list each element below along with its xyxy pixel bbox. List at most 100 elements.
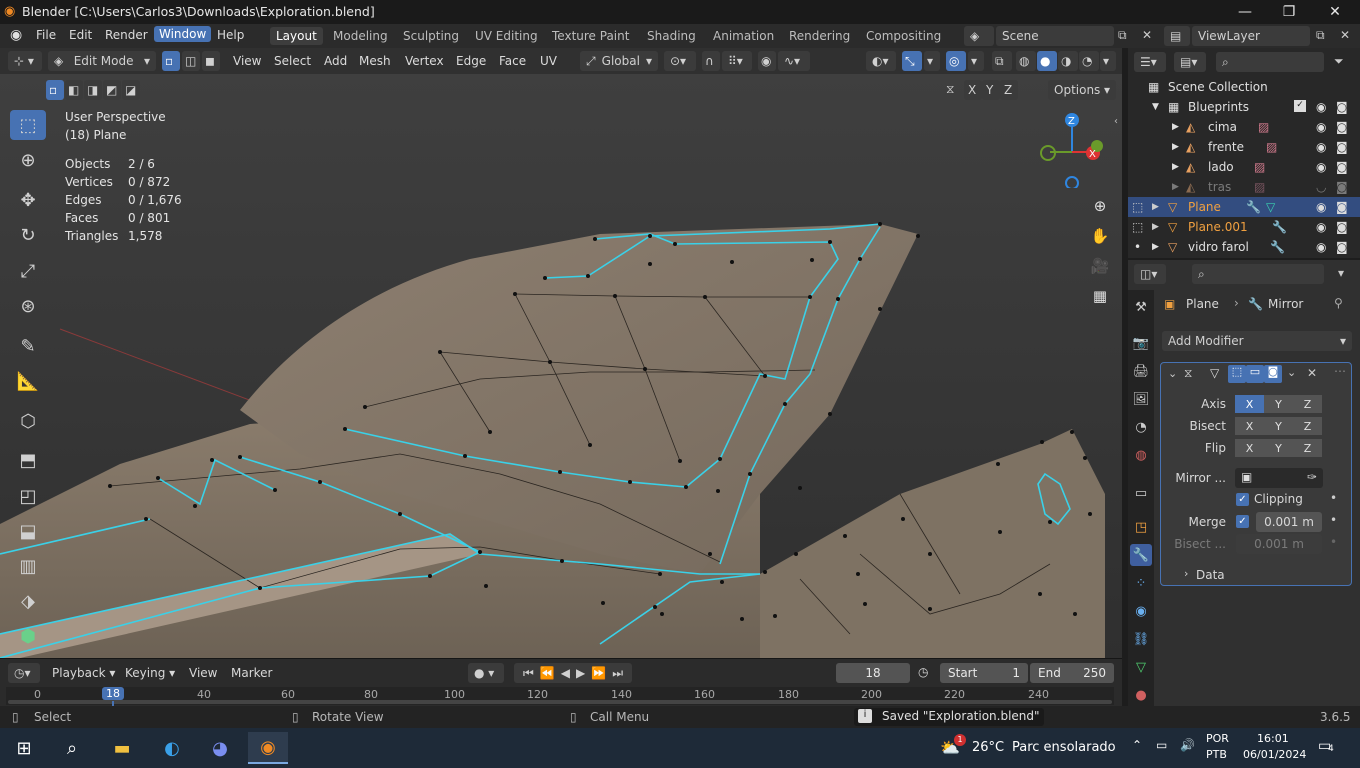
timeline-editor-type-icon[interactable]: ◷▾	[8, 663, 40, 683]
camera-render-icon[interactable]: ◙	[1336, 220, 1348, 234]
tab-modeling[interactable]: Modeling	[333, 29, 388, 43]
axis-y-toggle[interactable]: Y	[1264, 395, 1293, 413]
delete-scene-icon[interactable]: ✕	[1142, 28, 1152, 42]
jump-end-icon[interactable]: ⏭	[612, 666, 623, 681]
render-tab-icon[interactable]: 📷	[1130, 332, 1152, 354]
marker-menu[interactable]: Marker	[231, 666, 272, 680]
mode-dropdown[interactable]: ◈ Edit Mode ▾	[48, 51, 156, 71]
start-frame-field[interactable]: Start 1	[940, 663, 1028, 683]
menu-edit[interactable]: Edit	[69, 28, 92, 42]
keyframe-dot-icon[interactable]: •	[1330, 513, 1337, 527]
language-primary[interactable]: POR	[1206, 732, 1229, 745]
notifications-icon[interactable]: ▭ 4	[1318, 738, 1340, 758]
material-tab-icon[interactable]: ●	[1130, 684, 1152, 706]
outliner-item-plane-001[interactable]: ⬚ ▶ ▽ Plane.001 🔧 ◉ ◙	[1128, 217, 1360, 237]
eye-icon[interactable]: ◉	[1316, 140, 1326, 154]
new-scene-icon[interactable]: ⧉	[1118, 28, 1127, 43]
edit-mode-display-icon[interactable]: ▽	[1210, 366, 1219, 380]
bevel-tool-icon[interactable]: ⬓	[10, 516, 46, 546]
outliner-item-tras[interactable]: ▶ ◭ tras ▨ ◡ ◙	[1128, 177, 1360, 197]
tab-uv-editing[interactable]: UV Editing	[475, 29, 538, 43]
eye-icon[interactable]: ◉	[1316, 160, 1326, 174]
flip-x-toggle[interactable]: X	[1235, 439, 1264, 457]
camera-render-icon[interactable]: ◙	[1336, 180, 1348, 194]
solid-shading-icon[interactable]: ●	[1037, 51, 1057, 71]
add-modifier-dropdown[interactable]: Add Modifier ▾	[1162, 331, 1352, 351]
mirror-object-field[interactable]: ▣ ✑	[1235, 468, 1323, 488]
menu-select[interactable]: Select	[274, 54, 311, 68]
scene-name-field[interactable]: Scene	[996, 26, 1114, 46]
tab-shading[interactable]: Shading	[647, 29, 696, 43]
outliner-item-cima[interactable]: ▶ ◭ cima ▨ ◉ ◙	[1128, 117, 1360, 137]
expand-icon[interactable]: ▶	[1172, 162, 1179, 172]
checkbox-icon[interactable]: ✓	[1294, 100, 1306, 112]
camera-render-icon[interactable]: ◙	[1336, 160, 1348, 174]
shading-dropdown-icon[interactable]: ▾	[1100, 51, 1116, 71]
extrude-tool-icon[interactable]: ⬒	[10, 445, 46, 475]
output-tab-icon[interactable]: 🖨	[1130, 360, 1152, 382]
current-frame-field[interactable]: 18	[836, 663, 910, 683]
menu-file[interactable]: File	[36, 28, 56, 42]
add-cube-tool-icon[interactable]: ⬡	[10, 406, 46, 436]
expand-icon[interactable]: ▼	[1152, 102, 1159, 112]
menu-vertex[interactable]: Vertex	[405, 54, 444, 68]
annotate-tool-icon[interactable]: ✎	[10, 331, 46, 361]
modifier-tab-icon[interactable]: 🔧	[1130, 544, 1152, 566]
mirror-x-toggle[interactable]: X	[964, 80, 982, 100]
bisect-z-toggle[interactable]: Z	[1293, 417, 1322, 435]
playhead-frame[interactable]: 18	[102, 687, 124, 700]
pivot-point-icon[interactable]: ⊙▾	[664, 51, 696, 71]
outliner-search-input[interactable]: ⌕	[1216, 52, 1324, 72]
filter-icon[interactable]: ⏷	[1334, 54, 1344, 69]
select-box-tool-icon[interactable]: ⬚	[10, 110, 46, 140]
tab-rendering[interactable]: Rendering	[789, 29, 850, 43]
outliner-item-lado[interactable]: ▶ ◭ lado ▨ ◉ ◙	[1128, 157, 1360, 177]
menu-mesh[interactable]: Mesh	[359, 54, 391, 68]
display-mode-icon[interactable]: ▤▾	[1174, 52, 1206, 72]
mirror-y-toggle[interactable]: Y	[982, 80, 1000, 100]
camera-render-icon[interactable]: ◙	[1336, 140, 1348, 154]
pin-icon[interactable]: ⚲	[1334, 296, 1343, 310]
search-icon[interactable]: ⌕	[52, 732, 92, 764]
preview-range-icon[interactable]: ◷	[918, 665, 928, 679]
flip-z-toggle[interactable]: Z	[1293, 439, 1322, 457]
camera-render-icon[interactable]: ◙	[1336, 100, 1348, 114]
tab-compositing[interactable]: Compositing	[866, 29, 941, 43]
camera-render-icon[interactable]: ◙	[1336, 240, 1348, 254]
inset-tool-icon[interactable]: ◰	[10, 481, 46, 511]
knife-tool-icon[interactable]: ⬗	[10, 586, 46, 616]
tray-chevron-icon[interactable]: ⌃	[1132, 738, 1142, 752]
vertex-select-icon[interactable]: ▫	[162, 51, 180, 71]
view-layer-field[interactable]: ViewLayer	[1192, 26, 1310, 46]
edit-mode-toggle-icon[interactable]: ⬚	[1132, 220, 1143, 234]
outliner-item-vidro-farol[interactable]: • ▶ ▽ vidro farol 🔧 ◉ ◙	[1128, 237, 1360, 257]
expand-icon[interactable]: ›	[1184, 567, 1188, 580]
scene-selector-icon[interactable]: ◈	[964, 26, 994, 46]
perspective-grid-icon[interactable]: ▦	[1088, 284, 1112, 308]
maximize-button[interactable]: ❐	[1266, 0, 1312, 24]
constraints-tab-icon[interactable]: ⛓	[1130, 628, 1152, 650]
pan-hand-icon[interactable]: ✋	[1088, 224, 1112, 248]
select-invert-icon[interactable]: ◩	[103, 80, 121, 100]
outliner-scene-collection[interactable]: ▦ Scene Collection	[1128, 77, 1360, 97]
menu-edge[interactable]: Edge	[456, 54, 486, 68]
language-secondary[interactable]: PTB	[1206, 748, 1227, 761]
tab-sculpting[interactable]: Sculpting	[403, 29, 459, 43]
keyframe-dot-icon[interactable]: •	[1330, 535, 1337, 549]
zoom-icon[interactable]: ⊕	[1088, 194, 1112, 218]
expand-icon[interactable]: ▶	[1152, 242, 1159, 252]
delete-view-layer-icon[interactable]: ✕	[1340, 28, 1350, 42]
outliner-item-plane[interactable]: ⬚ ▶ ▽ Plane 🔧 ▽ ◉ ◙	[1128, 197, 1360, 217]
end-frame-field[interactable]: End 250	[1030, 663, 1114, 683]
view-layer-tab-icon[interactable]: 🖼	[1130, 388, 1152, 410]
mirror-z-toggle[interactable]: Z	[1000, 80, 1018, 100]
remove-modifier-icon[interactable]: ✕	[1307, 366, 1317, 380]
eye-icon[interactable]: ◉	[1316, 120, 1326, 134]
tab-texture-paint[interactable]: Texture Paint	[552, 29, 629, 43]
view-layer-icon[interactable]: ▤	[1164, 26, 1190, 46]
menu-render[interactable]: Render	[105, 28, 148, 42]
outliner-editor-type-icon[interactable]: ☰▾	[1134, 52, 1166, 72]
physics-tab-icon[interactable]: ◉	[1130, 600, 1152, 622]
gizmo-dropdown-icon[interactable]: ▾	[924, 51, 940, 71]
menu-add[interactable]: Add	[324, 54, 347, 68]
